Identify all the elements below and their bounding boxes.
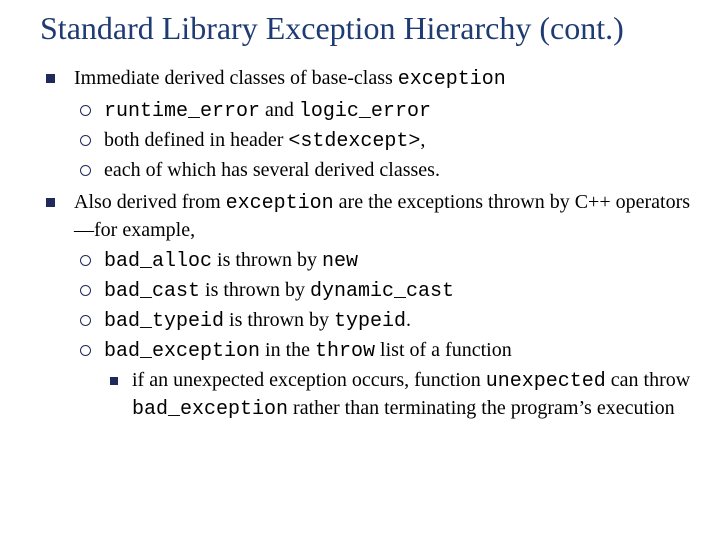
- bullet-1-3-text: each of which has several derived classe…: [104, 159, 440, 181]
- bullet-1-1: runtime_error and logic_error: [74, 97, 692, 125]
- bullet-2-1-mid: is thrown by: [212, 249, 322, 271]
- bullet-2-3-code-b: typeid: [334, 310, 406, 333]
- bullet-2-2-code-b: dynamic_cast: [310, 280, 454, 303]
- bullet-2-4-mid: in the: [260, 339, 315, 361]
- bullet-2-2: bad_cast is thrown by dynamic_cast: [74, 277, 692, 305]
- bullet-2-2-code-a: bad_cast: [104, 280, 200, 303]
- bullet-1-1-code-a: runtime_error: [104, 100, 260, 123]
- bullet-1-2-b: ,: [420, 129, 425, 151]
- bullet-2-3-tail: .: [406, 309, 411, 331]
- bullet-2-2-mid: is thrown by: [200, 279, 310, 301]
- bullet-1: Immediate derived classes of base-class …: [40, 65, 692, 183]
- slide: Standard Library Exception Hierarchy (co…: [0, 0, 720, 540]
- bullet-2-3-code-a: bad_typeid: [104, 310, 224, 333]
- bullet-1-3: each of which has several derived classe…: [74, 157, 692, 183]
- bullet-2-4: bad_exception in the throw list of a fun…: [74, 337, 692, 423]
- bullet-2-code: exception: [226, 192, 334, 215]
- bullet-1-sublist: runtime_error and logic_error both defin…: [74, 97, 692, 183]
- bullet-2-4-1-code-b: bad_exception: [132, 398, 288, 421]
- bullet-2-4-code-a: bad_exception: [104, 340, 260, 363]
- bullet-2-4-1-code-a: unexpected: [486, 370, 606, 393]
- bullet-2-4-1: if an unexpected exception occurs, funct…: [104, 367, 692, 423]
- bullet-2-4-code-b: throw: [315, 340, 375, 363]
- bullet-list: Immediate derived classes of base-class …: [40, 65, 692, 423]
- bullet-1-2: both defined in header <stdexcept>,: [74, 127, 692, 155]
- bullet-1-code: exception: [398, 68, 506, 91]
- slide-title: Standard Library Exception Hierarchy (co…: [40, 10, 692, 47]
- bullet-2-4-1-d: rather than terminating the program’s ex…: [288, 397, 675, 419]
- bullet-2-3-mid: is thrown by: [224, 309, 334, 331]
- bullet-2-a: Also derived from: [74, 191, 226, 213]
- bullet-1-1-code-b: logic_error: [299, 100, 431, 123]
- bullet-2-sublist: bad_alloc is thrown by new bad_cast is t…: [74, 247, 692, 423]
- bullet-2-1: bad_alloc is thrown by new: [74, 247, 692, 275]
- bullet-2-4-sublist: if an unexpected exception occurs, funct…: [104, 367, 692, 423]
- bullet-2: Also derived from exception are the exce…: [40, 189, 692, 423]
- bullet-2-1-code-a: bad_alloc: [104, 250, 212, 273]
- bullet-2-4-tail: list of a function: [375, 339, 512, 361]
- bullet-2-4-1-b: can throw: [606, 369, 690, 391]
- bullet-1-1-mid: and: [260, 99, 299, 121]
- bullet-1-2-a: both defined in header: [104, 129, 288, 151]
- bullet-1-text-a: Immediate derived classes of base-class: [74, 67, 398, 89]
- bullet-2-4-1-a: if an unexpected exception occurs, funct…: [132, 369, 486, 391]
- bullet-2-1-code-b: new: [322, 250, 358, 273]
- bullet-2-3: bad_typeid is thrown by typeid.: [74, 307, 692, 335]
- bullet-1-2-code: <stdexcept>: [288, 130, 420, 153]
